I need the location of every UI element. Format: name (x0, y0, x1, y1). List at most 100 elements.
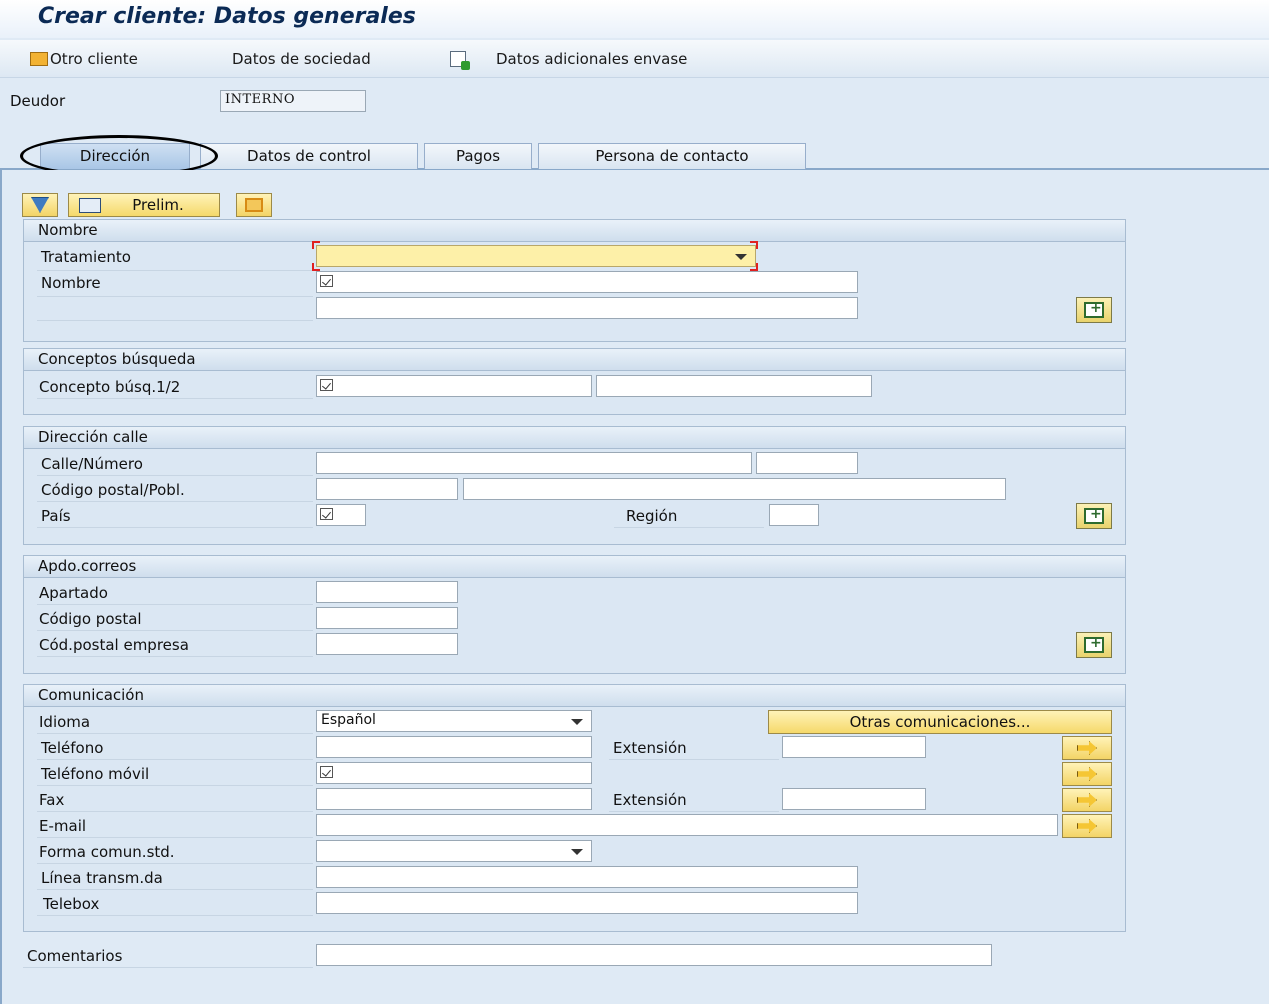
row-separator (37, 320, 313, 321)
row-separator (23, 967, 313, 968)
pais-field[interactable] (316, 504, 366, 526)
org-structure-icon (245, 198, 263, 212)
nombre-field-2[interactable] (316, 297, 858, 319)
change-object-icon (30, 52, 48, 66)
movil-label: Teléfono móvil (41, 765, 150, 783)
row-separator (37, 863, 313, 864)
otras-comunicaciones-button[interactable]: Otras comunicaciones... (768, 710, 1112, 734)
busqueda-group-title: Conceptos búsqueda (24, 349, 1125, 371)
email-more-button[interactable] (1062, 814, 1112, 838)
otro-cliente-label: Otro cliente (50, 50, 138, 68)
apartado-field[interactable] (316, 581, 458, 603)
region-field[interactable] (769, 504, 819, 526)
row-separator (37, 270, 313, 271)
row-separator (37, 759, 313, 760)
poblacion-field[interactable] (463, 478, 1006, 500)
collapse-button[interactable] (22, 193, 58, 217)
required-check-icon (320, 508, 333, 520)
row-separator (37, 604, 313, 605)
concepto-field-1[interactable] (316, 375, 592, 397)
calle-label: Calle/Número (41, 455, 143, 473)
telefono-label: Teléfono (41, 739, 104, 757)
row-separator (37, 475, 313, 476)
required-marker (312, 263, 320, 271)
otro-cliente-button[interactable]: Otro cliente (30, 50, 138, 68)
comentarios-field[interactable] (316, 944, 992, 966)
expand-icon (1084, 506, 1104, 524)
row-separator (37, 501, 313, 502)
row-separator (37, 296, 313, 297)
extension-field[interactable] (782, 736, 926, 758)
required-marker (750, 263, 758, 271)
extension2-label: Extensión (613, 791, 687, 809)
tratamiento-dropdown[interactable] (316, 245, 756, 267)
comunicacion-group-title: Comunicación (24, 685, 1125, 707)
row-separator (37, 837, 313, 838)
extension2-field[interactable] (782, 788, 926, 810)
email-field[interactable] (316, 814, 1058, 836)
fax-more-button[interactable] (1062, 788, 1112, 812)
more-fields-button[interactable] (1076, 503, 1112, 529)
calle-field[interactable] (316, 452, 752, 474)
more-fields-button[interactable] (1076, 632, 1112, 658)
movil-more-button[interactable] (1062, 762, 1112, 786)
cod-empresa-field[interactable] (316, 633, 458, 655)
chevron-down-icon (735, 254, 747, 260)
row-separator (609, 811, 779, 812)
telebox-field[interactable] (316, 892, 858, 914)
double-chevron-down-icon (31, 197, 49, 213)
codigo-postal-label: Código postal/Pobl. (41, 481, 185, 499)
idioma-label: Idioma (39, 713, 91, 731)
deudor-field: INTERNO (220, 90, 366, 112)
nombre-field-1[interactable] (316, 271, 858, 293)
required-check-icon (320, 275, 333, 287)
row-separator (37, 398, 313, 399)
datos-sociedad-button[interactable]: Datos de sociedad (232, 50, 371, 68)
tratamiento-label: Tratamiento (41, 248, 131, 266)
tab-pagos[interactable]: Pagos (424, 143, 532, 169)
chevron-down-icon (571, 719, 583, 725)
org-button[interactable] (236, 193, 272, 217)
cod-empresa-label: Cód.postal empresa (39, 636, 189, 654)
telebox-label: Telebox (43, 895, 100, 913)
datos-adicionales-button[interactable]: Datos adicionales envase (450, 50, 687, 70)
telefono-more-button[interactable] (1062, 736, 1112, 760)
concepto-label: Concepto búsq.1/2 (39, 378, 181, 396)
application-toolbar: Otro cliente Datos de sociedad Datos adi… (0, 40, 1269, 78)
prelim-label: Prelim. (132, 196, 184, 214)
idioma-dropdown[interactable]: Español (316, 710, 592, 732)
codigo-postal-field[interactable] (316, 478, 458, 500)
email-label: E-mail (39, 817, 87, 835)
row-separator (37, 785, 313, 786)
tab-datos-control[interactable]: Datos de control (200, 143, 418, 169)
forma-dropdown[interactable] (316, 840, 592, 862)
printer-icon (79, 198, 101, 213)
idioma-value: Español (321, 712, 376, 728)
apartado-label: Apartado (39, 584, 108, 602)
telefono-field[interactable] (316, 736, 592, 758)
prelim-button[interactable]: Prelim. (68, 193, 220, 217)
extension-label: Extensión (613, 739, 687, 757)
numero-field[interactable] (756, 452, 858, 474)
fax-field[interactable] (316, 788, 592, 810)
row-separator (37, 915, 313, 916)
comentarios-label: Comentarios (27, 947, 123, 965)
required-check-icon (320, 766, 333, 778)
tab-persona-contacto[interactable]: Persona de contacto (538, 143, 806, 169)
row-separator (614, 527, 764, 528)
more-fields-button[interactable] (1076, 297, 1112, 323)
row-separator (37, 733, 313, 734)
apdo-group-title: Apdo.correos (24, 556, 1125, 578)
nombre-label: Nombre (41, 274, 101, 292)
arrow-right-icon (1077, 793, 1097, 807)
required-marker (312, 241, 320, 249)
row-separator (37, 656, 313, 657)
row-separator (609, 759, 779, 760)
apdo-codigo-postal-field[interactable] (316, 607, 458, 629)
row-separator (37, 889, 313, 890)
calle-group-title: Dirección calle (24, 427, 1125, 449)
concepto-field-2[interactable] (596, 375, 872, 397)
movil-field[interactable] (316, 762, 592, 784)
linea-field[interactable] (316, 866, 858, 888)
expand-icon (1084, 300, 1104, 318)
